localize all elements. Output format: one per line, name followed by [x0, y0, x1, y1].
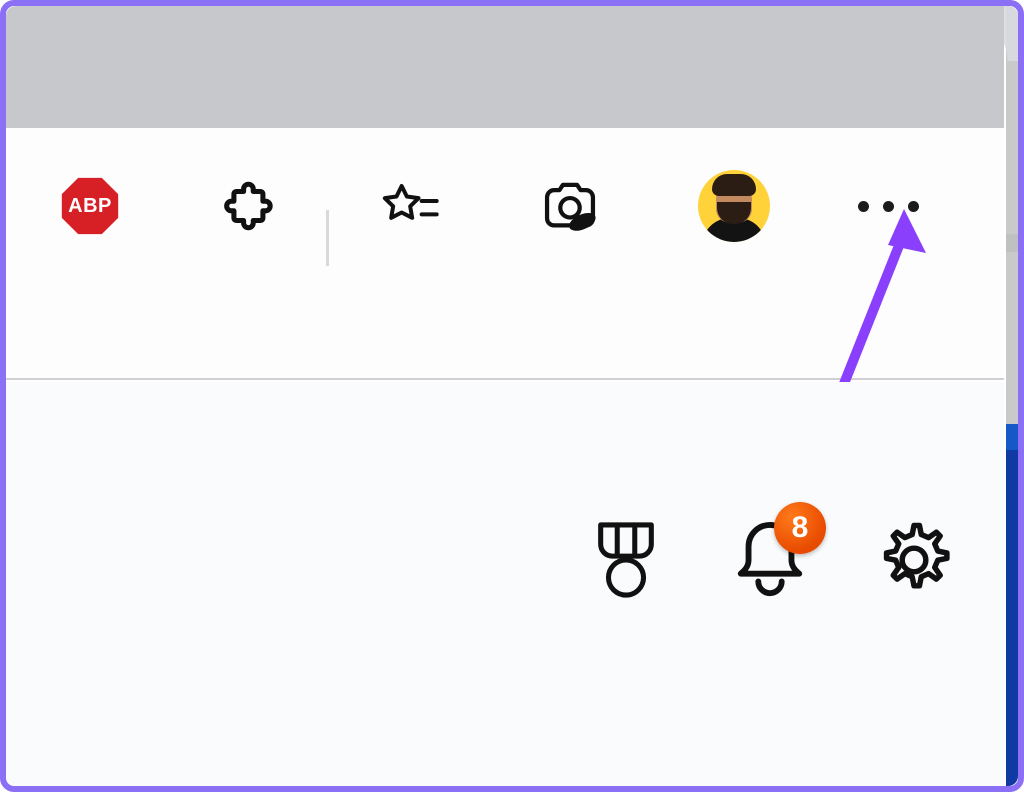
screenshot-button[interactable] [540, 176, 600, 236]
adblock-extension-button[interactable]: ABP [60, 176, 120, 236]
more-menu-button[interactable] [858, 176, 918, 236]
tab-strip [6, 6, 1004, 128]
gear-icon [874, 519, 954, 601]
profile-avatar-icon [698, 170, 770, 242]
notifications-button[interactable]: 8 [730, 520, 810, 600]
settings-button[interactable] [874, 520, 954, 600]
favorites-button[interactable] [380, 176, 440, 236]
browser-toolbar: ABP [6, 128, 1004, 380]
window-right-edge [1006, 6, 1018, 786]
extensions-button[interactable] [216, 176, 276, 236]
toolbar-separator [326, 210, 329, 266]
page-content-area: 8 [6, 382, 1004, 786]
notifications-badge: 8 [774, 502, 826, 554]
favorites-icon [380, 176, 440, 236]
more-menu-icon [858, 201, 919, 212]
rewards-medal-icon [589, 519, 663, 601]
screenshot-icon [540, 177, 600, 235]
profile-button[interactable] [694, 166, 774, 246]
extensions-icon [217, 177, 275, 235]
abp-icon [60, 173, 120, 239]
rewards-button[interactable] [586, 520, 666, 600]
